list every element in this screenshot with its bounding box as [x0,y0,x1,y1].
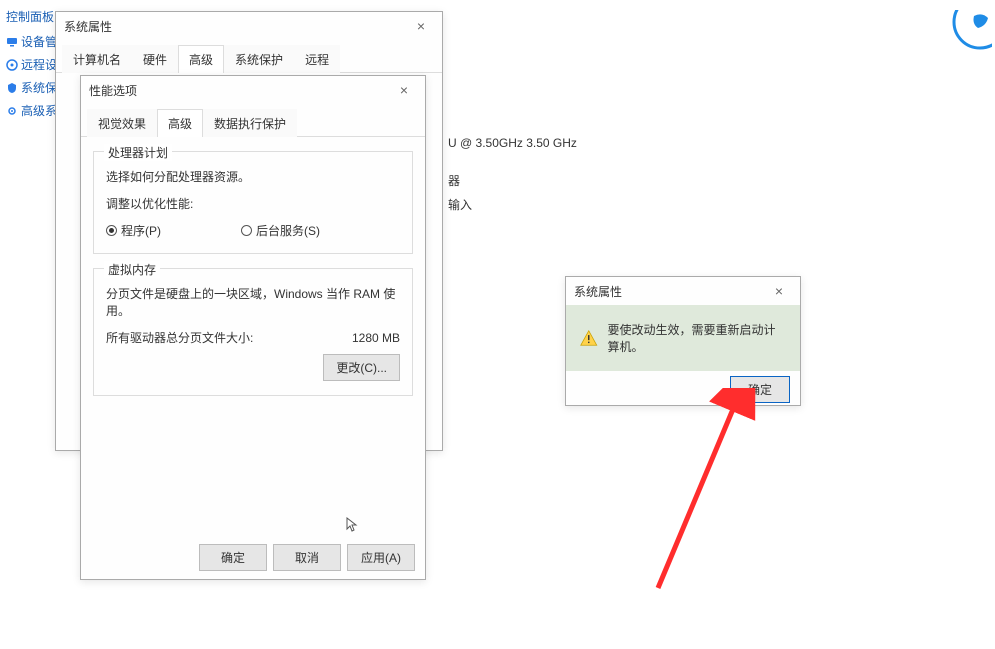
msg-footer: 确定 [566,371,800,407]
radio-bg-label: 后台服务(S) [256,222,320,239]
msg-text: 要使改动生效，需要重新启动计算机。 [608,321,787,355]
performance-options-dialog: 性能选项 × 视觉效果 高级 数据执行保护 处理器计划 选择如何分配处理器资源。… [80,75,426,580]
virtual-memory-group: 虚拟内存 分页文件是硬盘上的一块区域，Windows 当作 RAM 使用。 所有… [93,268,413,396]
shield-icon [6,82,18,94]
app-badge-icon [944,10,992,58]
msg-title: 系统属性 [574,283,766,300]
sysprops-title: 系统属性 [64,18,408,35]
device-icon [6,36,18,48]
restart-message-dialog: 系统属性 × 要使改动生效，需要重新启动计算机。 确定 [565,276,801,406]
sysprops-titlebar: 系统属性 × [56,12,442,40]
vm-desc: 分页文件是硬盘上的一块区域，Windows 当作 RAM 使用。 [106,285,400,319]
gear-icon [6,105,18,117]
scheduling-legend: 处理器计划 [104,144,172,161]
tab-protection[interactable]: 系统保护 [224,45,294,73]
msg-ok-button[interactable]: 确定 [730,376,790,403]
remote-icon [6,59,18,71]
perf-titlebar: 性能选项 × [81,76,425,104]
radio-programs-label: 程序(P) [121,222,161,239]
bg-cpu-text: U @ 3.50GHz 3.50 GHz [448,136,577,150]
radio-programs[interactable]: 程序(P) [106,222,161,239]
vm-total-row: 所有驱动器总分页文件大小: 1280 MB [106,329,400,346]
annotation-arrow-icon [618,388,778,598]
warning-icon [580,329,598,347]
perf-apply-button[interactable]: 应用(A) [347,544,415,571]
radio-dot-icon [241,225,252,236]
vm-total-value: 1280 MB [352,331,400,345]
scheduling-adjust-label: 调整以优化性能: [106,195,400,212]
tab-hardware[interactable]: 硬件 [132,45,178,73]
vm-legend: 虚拟内存 [104,261,160,278]
bg-text-2: 器 [448,172,460,189]
vm-total-label: 所有驱动器总分页文件大小: [106,329,253,346]
close-icon[interactable]: × [391,82,417,98]
radio-dot-icon [106,225,117,236]
scheduling-desc: 选择如何分配处理器资源。 [106,168,400,185]
perf-ok-button[interactable]: 确定 [199,544,267,571]
msg-titlebar: 系统属性 × [566,277,800,305]
scheduling-radio-row: 程序(P) 后台服务(S) [106,222,400,239]
radio-background-services[interactable]: 后台服务(S) [241,222,320,239]
sysprops-tabs: 计算机名 硬件 高级 系统保护 远程 [56,44,442,73]
tab-dep[interactable]: 数据执行保护 [203,109,297,137]
perf-cancel-button[interactable]: 取消 [273,544,341,571]
msg-body: 要使改动生效，需要重新启动计算机。 [566,305,800,371]
close-icon[interactable]: × [766,283,792,299]
bg-text-3: 输入 [448,196,472,213]
tab-advanced[interactable]: 高级 [178,45,224,73]
processor-scheduling-group: 处理器计划 选择如何分配处理器资源。 调整以优化性能: 程序(P) 后台服务(S… [93,151,413,254]
tab-perf-advanced[interactable]: 高级 [157,109,203,137]
perf-title: 性能选项 [89,82,391,99]
tab-computer-name[interactable]: 计算机名 [62,45,132,73]
close-icon[interactable]: × [408,18,434,34]
perf-button-bar: 确定 取消 应用(A) [199,544,415,571]
tab-remote[interactable]: 远程 [294,45,340,73]
perf-tabs: 视觉效果 高级 数据执行保护 [81,108,425,137]
tab-visual-effects[interactable]: 视觉效果 [87,109,157,137]
vm-change-button[interactable]: 更改(C)... [323,354,400,381]
